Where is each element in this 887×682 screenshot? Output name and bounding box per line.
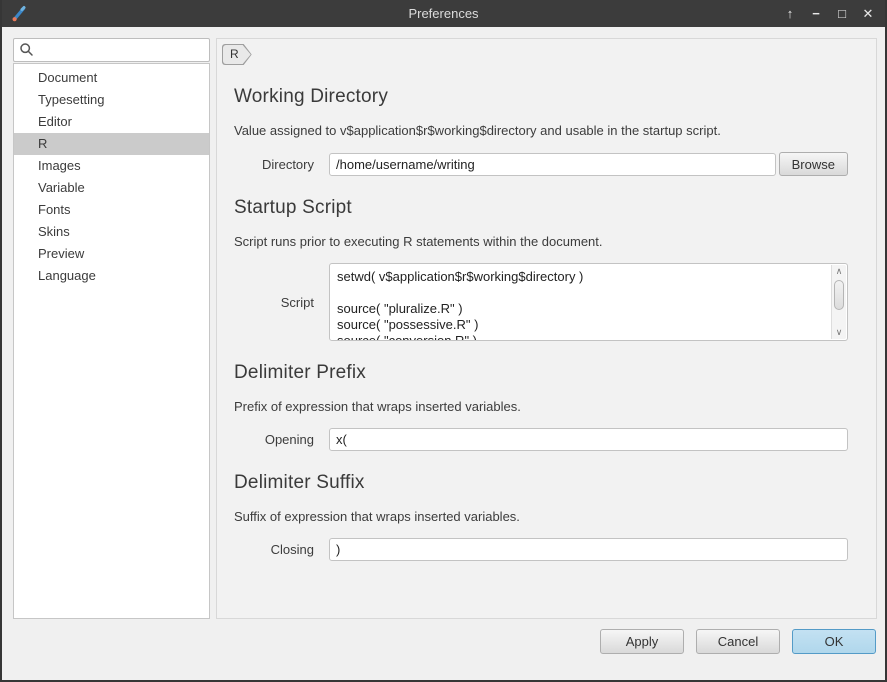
window-title: Preferences — [0, 6, 887, 21]
opening-delimiter-input[interactable] — [329, 428, 848, 451]
search-field-wrap — [13, 38, 210, 62]
apply-button[interactable]: Apply — [600, 629, 684, 654]
app-pen-icon — [10, 5, 28, 23]
main-panel: R Working Directory Value assigned to v$… — [216, 38, 877, 619]
window-controls: ↑ − □ ✕ — [781, 5, 887, 23]
sidebar-item-preview[interactable]: Preview — [14, 243, 209, 265]
sidebar-item-variable[interactable]: Variable — [14, 177, 209, 199]
sidebar-item-skins[interactable]: Skins — [14, 221, 209, 243]
sidebar-item-editor[interactable]: Editor — [14, 111, 209, 133]
settings-form: Working Directory Value assigned to v$ap… — [222, 86, 876, 561]
cancel-button[interactable]: Cancel — [696, 629, 780, 654]
titlebar: Preferences ↑ − □ ✕ — [0, 0, 887, 27]
sidebar-item-language[interactable]: Language — [14, 265, 209, 287]
browse-button[interactable]: Browse — [779, 152, 848, 176]
closing-row: Closing — [234, 538, 848, 561]
section-desc-delimiter-prefix: Prefix of expression that wraps inserted… — [234, 399, 848, 414]
script-row: Script setwd( v$application$r$working$di… — [234, 263, 848, 341]
section-desc-working-directory: Value assigned to v$application$r$workin… — [234, 123, 848, 138]
script-textarea[interactable]: setwd( v$application$r$working$directory… — [329, 263, 848, 341]
footer-button-bar: Apply Cancel OK — [2, 619, 885, 669]
breadcrumb-label: R — [223, 45, 251, 64]
opening-row: Opening — [234, 428, 848, 451]
closing-label: Closing — [234, 542, 314, 557]
section-heading-delimiter-prefix: Delimiter Prefix — [234, 362, 848, 384]
search-input[interactable] — [13, 38, 210, 62]
close-icon[interactable]: ✕ — [859, 5, 877, 23]
maximize-icon[interactable]: □ — [833, 5, 851, 23]
section-heading-startup-script: Startup Script — [234, 197, 848, 219]
sidebar-list: DocumentTypesettingEditorRImagesVariable… — [13, 63, 210, 619]
sidebar: DocumentTypesettingEditorRImagesVariable… — [13, 38, 210, 619]
scroll-up-icon[interactable]: ∧ — [836, 265, 843, 278]
section-heading-delimiter-suffix: Delimiter Suffix — [234, 472, 848, 494]
sidebar-item-typesetting[interactable]: Typesetting — [14, 89, 209, 111]
closing-delimiter-input[interactable] — [329, 538, 848, 561]
sidebar-item-fonts[interactable]: Fonts — [14, 199, 209, 221]
section-desc-startup-script: Script runs prior to executing R stateme… — [234, 234, 848, 249]
breadcrumb: R — [222, 44, 252, 65]
scroll-track[interactable] — [832, 278, 846, 326]
minimize-icon[interactable]: − — [807, 5, 825, 23]
content-area: DocumentTypesettingEditorRImagesVariable… — [2, 27, 885, 619]
script-scrollbar[interactable]: ∧ ∨ — [831, 265, 846, 339]
directory-label: Directory — [234, 157, 314, 172]
preferences-window: Preferences ↑ − □ ✕ DocumentTypesettingE… — [0, 0, 887, 682]
sidebar-item-images[interactable]: Images — [14, 155, 209, 177]
script-editor-wrap: setwd( v$application$r$working$directory… — [329, 263, 848, 341]
section-desc-delimiter-suffix: Suffix of expression that wraps inserted… — [234, 509, 848, 524]
sidebar-item-document[interactable]: Document — [14, 67, 209, 89]
section-heading-working-directory: Working Directory — [234, 86, 848, 108]
scroll-down-icon[interactable]: ∨ — [836, 326, 843, 339]
opening-label: Opening — [234, 432, 314, 447]
shade-icon[interactable]: ↑ — [781, 5, 799, 23]
scroll-thumb[interactable] — [834, 280, 844, 310]
directory-row: Directory Browse — [234, 152, 848, 176]
ok-button[interactable]: OK — [792, 629, 876, 654]
directory-input[interactable] — [329, 153, 776, 176]
sidebar-item-r[interactable]: R — [14, 133, 209, 155]
search-icon — [19, 42, 34, 62]
script-label: Script — [234, 295, 314, 310]
